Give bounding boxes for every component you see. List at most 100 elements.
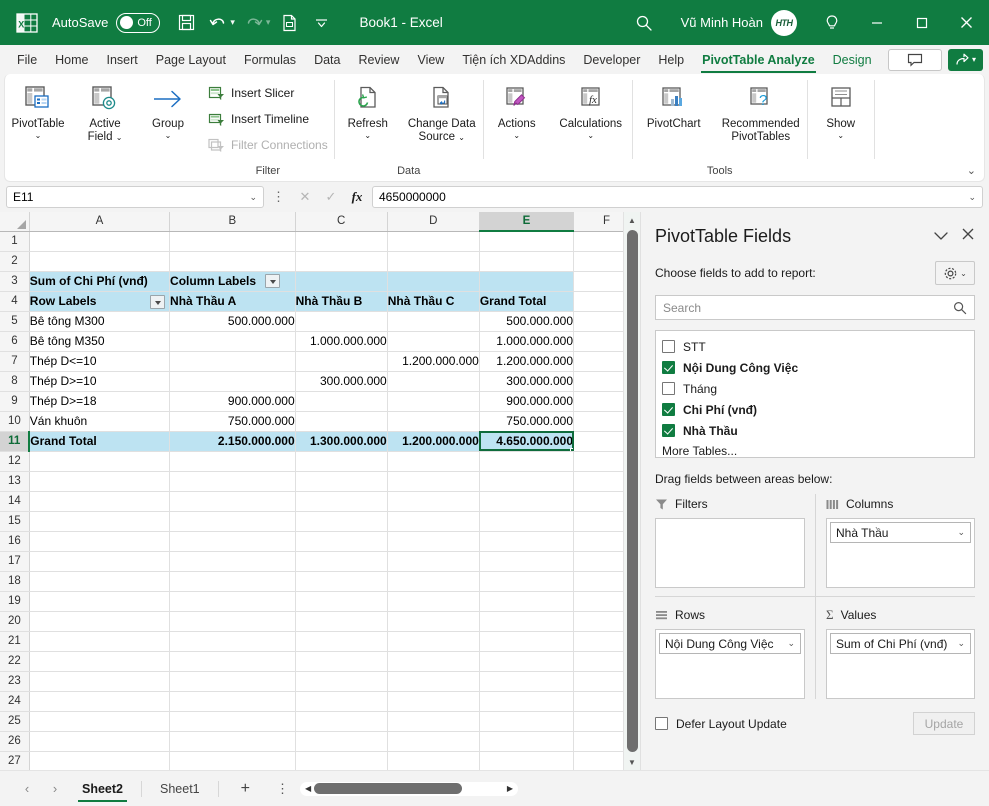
cell-c3[interactable] (295, 271, 388, 292)
ribbon-tab-review[interactable]: Review (349, 49, 408, 71)
cell-b21[interactable] (169, 631, 296, 652)
column-header-e[interactable]: E (479, 212, 575, 232)
cell-a5-label[interactable]: Bê tông M300 (29, 311, 171, 332)
chevron-right-icon[interactable]: › (42, 776, 68, 802)
sheet-tab-sheet2[interactable]: Sheet2 (70, 779, 135, 802)
cell-c5[interactable] (295, 311, 388, 332)
cell-c1[interactable] (295, 231, 388, 252)
cell-e24[interactable] (479, 691, 575, 712)
cell-b15[interactable] (169, 511, 296, 532)
area-rows[interactable]: Rows Nội Dung Công Việc ⌄ (655, 596, 815, 699)
hscroll-left-icon[interactable]: ◀ (305, 784, 311, 793)
lightbulb-icon[interactable] (809, 0, 854, 45)
cell-d1[interactable] (387, 231, 480, 252)
calculations-button[interactable]: fx Calculations ⌄ (550, 78, 632, 140)
row-header-26[interactable]: 26 (0, 731, 30, 752)
cell-b18[interactable] (169, 571, 296, 592)
cell-e10[interactable]: 750.000.000 (479, 411, 575, 432)
field-checkbox-nha-thau[interactable] (662, 424, 675, 437)
cell-a17[interactable] (29, 551, 171, 572)
cell-c27[interactable] (295, 751, 388, 770)
show-dropdown-icon[interactable]: ⌄ (837, 132, 844, 140)
name-box[interactable]: E11 ⌄ (6, 186, 264, 208)
cell-c26[interactable] (295, 731, 388, 752)
gear-dropdown-icon[interactable]: ⌄ (960, 269, 967, 278)
undo-dropdown-icon[interactable]: ▾ (230, 17, 235, 28)
cell-e25[interactable] (479, 711, 575, 732)
cell-e8[interactable]: 300.000.000 (479, 371, 575, 392)
row-header-11[interactable]: 11 (0, 431, 31, 452)
cell-e26[interactable] (479, 731, 575, 752)
cell-d6[interactable] (387, 331, 480, 352)
cell-c2[interactable] (295, 251, 388, 272)
column-header-d[interactable]: D (387, 212, 480, 232)
horizontal-scrollbar[interactable]: ◀ ▶ (299, 781, 518, 796)
cell-c8[interactable]: 300.000.000 (295, 371, 388, 392)
cancel-icon[interactable]: ✕ (294, 186, 316, 208)
ribbon-tab-formulas[interactable]: Formulas (235, 49, 305, 71)
cell-d12[interactable] (387, 451, 480, 472)
cell-e15[interactable] (479, 511, 575, 532)
column-labels-filter-icon[interactable] (265, 274, 281, 289)
field-item-stt[interactable]: STT (662, 336, 968, 357)
cell-a18[interactable] (29, 571, 171, 592)
row-header-20[interactable]: 20 (0, 611, 30, 632)
cell-d7[interactable]: 1.200.000.000 (387, 351, 480, 372)
cell-b2[interactable] (169, 251, 296, 272)
cell-a22[interactable] (29, 651, 171, 672)
area-values[interactable]: Σ Values Sum of Chi Phí (vnđ) ⌄ (815, 596, 975, 699)
row-header-6[interactable]: 6 (0, 331, 30, 352)
cell-d9[interactable] (387, 391, 480, 412)
cell-e27[interactable] (479, 751, 575, 770)
cell-a27[interactable] (29, 751, 171, 770)
cell-e21[interactable] (479, 631, 575, 652)
area-filters-box[interactable] (655, 518, 805, 588)
search-input[interactable]: Search (655, 295, 975, 320)
cell-e16[interactable] (479, 531, 575, 552)
print-preview-icon[interactable] (274, 8, 304, 38)
cell-a9-label[interactable]: Thép D>=18 (29, 391, 171, 412)
cell-d24[interactable] (387, 691, 480, 712)
field-checkbox-chi-phi[interactable] (662, 403, 675, 416)
autosave-toggle[interactable]: Off (116, 12, 161, 33)
vertical-scrollbar[interactable]: ▲ ▼ (623, 212, 640, 770)
horizontal-scroll-thumb[interactable] (313, 783, 462, 794)
cell-d25[interactable] (387, 711, 480, 732)
cell-c20[interactable] (295, 611, 388, 632)
refresh-dropdown-icon[interactable]: ⌄ (364, 132, 371, 140)
row-header-10[interactable]: 10 (0, 411, 30, 432)
cell-e23[interactable] (479, 671, 575, 692)
cell-b25[interactable] (169, 711, 296, 732)
field-checkbox-thang[interactable] (662, 382, 675, 395)
row-header-1[interactable]: 1 (0, 231, 30, 252)
fill-handle[interactable] (570, 447, 573, 450)
ribbon-tab-xdaddins[interactable]: Tiện ích XDAddins (453, 49, 574, 71)
cell-a26[interactable] (29, 731, 171, 752)
recommended-pivottables-button[interactable]: ? Recommended PivotTables (715, 78, 807, 144)
cell-c16[interactable] (295, 531, 388, 552)
pivottable-dropdown-icon[interactable]: ⌄ (35, 132, 42, 140)
cell-a15[interactable] (29, 511, 171, 532)
field-pill-noi-dung-cong-viec[interactable]: Nội Dung Công Việc ⌄ (659, 633, 801, 654)
area-filters[interactable]: Filters (655, 494, 815, 596)
cell-c11[interactable]: 1.300.000.000 (295, 430, 388, 452)
refresh-button[interactable]: Refresh ⌄ (335, 78, 401, 140)
field-pill-sum-chi-phi[interactable]: Sum of Chi Phí (vnđ) ⌄ (830, 633, 971, 654)
cell-a11-grand-total-label[interactable]: Grand Total (29, 430, 171, 452)
cell-e14[interactable] (479, 491, 575, 512)
group-dropdown-icon[interactable]: ⌄ (165, 132, 172, 140)
active-field-button[interactable]: Active Field ⌄ (72, 78, 138, 144)
cell-e11-selected[interactable]: 4.650.000.000 (479, 430, 575, 452)
cell-b20[interactable] (169, 611, 296, 632)
ribbon-tab-data[interactable]: Data (305, 49, 349, 71)
cell-a4-row-labels[interactable]: Row Labels (29, 291, 171, 312)
pivottable-button[interactable]: PivotTable ⌄ (5, 78, 71, 140)
column-header-b[interactable]: B (169, 212, 296, 232)
more-vertical-icon[interactable]: ⋮ (268, 781, 298, 797)
area-columns[interactable]: Columns Nhà Thầu ⌄ (815, 494, 975, 596)
insert-slicer-button[interactable]: Insert Slicer (202, 80, 300, 106)
cell-a12[interactable] (29, 451, 171, 472)
cell-b4-header-nha-thau-a[interactable]: Nhà Thầu A (169, 291, 296, 312)
cell-b10[interactable]: 750.000.000 (169, 411, 296, 432)
row-header-22[interactable]: 22 (0, 651, 30, 672)
